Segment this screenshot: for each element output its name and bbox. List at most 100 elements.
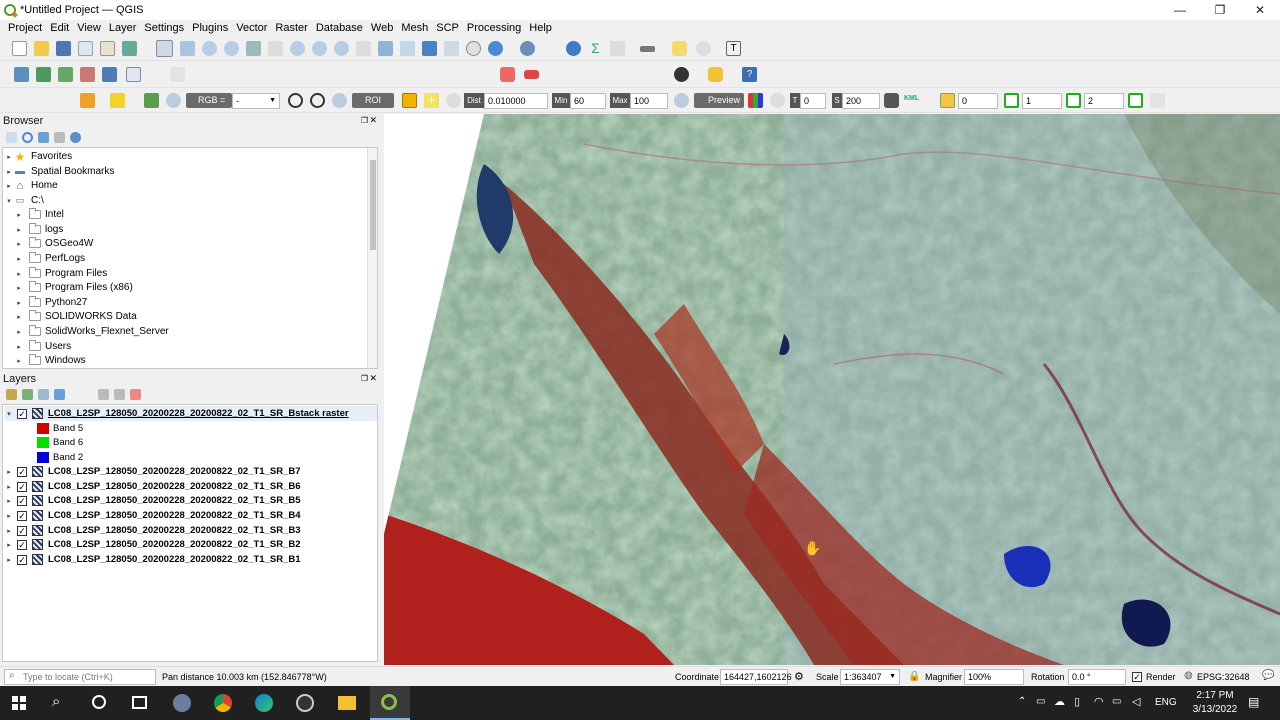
menu-vector[interactable]: Vector <box>232 22 271 34</box>
redo-preview-icon[interactable] <box>770 93 785 108</box>
min-spinbox[interactable]: 60 <box>570 93 606 109</box>
layer-visibility-checkbox[interactable]: ✓ <box>17 510 27 521</box>
position-spin-icon[interactable] <box>940 93 955 108</box>
collapse-icon[interactable]: ▾ <box>5 197 13 205</box>
layer-item-b6[interactable]: ▸ ✓ LC08_L2SP_128050_20200228_20200822_02_… <box>5 479 301 494</box>
coordinate-field[interactable]: 164427,1602126 <box>720 669 792 685</box>
expand-icon[interactable]: ▸ <box>15 313 23 321</box>
menu-plugins[interactable]: Plugins <box>188 22 232 34</box>
battery-icon[interactable]: ▭ <box>1112 696 1121 707</box>
properties-icon[interactable] <box>70 132 81 143</box>
edit-pencil-icon[interactable] <box>170 67 185 82</box>
browser-item-solidworks-flexnet[interactable]: ▸ SolidWorks_Flexnet_Server <box>15 324 169 339</box>
close-button[interactable]: ✕ <box>1240 0 1280 20</box>
float-icon[interactable]: ❐ <box>361 374 368 383</box>
step-icon-1[interactable] <box>1004 93 1019 108</box>
layer-visibility-checkbox[interactable]: ✓ <box>17 554 27 565</box>
layer-visibility-checkbox[interactable]: ✓ <box>17 495 27 506</box>
browser-item-windows[interactable]: ▸ Windows <box>15 353 86 368</box>
maximize-button[interactable]: ❐ <box>1200 0 1240 20</box>
map-tips-icon[interactable] <box>672 41 687 56</box>
expand-icon[interactable]: ▸ <box>15 299 23 307</box>
zoom-next-icon[interactable] <box>356 41 371 56</box>
layer-visibility-checkbox[interactable]: ✓ <box>17 481 27 492</box>
new-print-layout-icon[interactable] <box>78 41 93 56</box>
menu-processing[interactable]: Processing <box>463 22 525 34</box>
layer-styling-icon[interactable] <box>6 389 17 400</box>
remove-layer-icon[interactable] <box>130 389 141 400</box>
browser-item-perflogs[interactable]: ▸ PerfLogs <box>15 251 85 266</box>
menu-mesh[interactable]: Mesh <box>397 22 432 34</box>
browser-item-c-drive[interactable]: ▾ ▭ C:\ <box>5 193 44 208</box>
spinbox-2[interactable]: 1 <box>1022 93 1062 109</box>
scrollbar-thumb[interactable] <box>370 160 376 250</box>
new-shapefile-icon[interactable] <box>80 67 95 82</box>
collapse-all-icon[interactable] <box>114 389 125 400</box>
clock-date[interactable]: 3/13/2022 <box>1190 704 1240 715</box>
menu-web[interactable]: Web <box>367 22 397 34</box>
menu-raster[interactable]: Raster <box>271 22 311 34</box>
expand-icon[interactable]: ▸ <box>5 468 13 476</box>
onedrive-icon[interactable]: ☁ <box>1054 695 1065 708</box>
scp-tag-icon[interactable] <box>110 93 125 108</box>
add-selected-icon[interactable] <box>6 132 17 143</box>
t-spinbox[interactable]: 0 <box>800 93 826 109</box>
dist-spinbox[interactable]: 0.010000 <box>484 93 548 109</box>
statistics-sum-icon[interactable]: Σ <box>588 41 603 56</box>
clock-time[interactable]: 2:17 PM <box>1190 690 1240 701</box>
globe-icon[interactable]: ◍ <box>1184 670 1193 681</box>
spinbox-3[interactable]: 2 <box>1084 93 1124 109</box>
browser-item-program-files[interactable]: ▸ Program Files <box>15 266 107 281</box>
map-canvas[interactable]: ✋ <box>384 114 1280 665</box>
layer-item-b7[interactable]: ▸ ✓ LC08_L2SP_128050_20200228_20200822_02_… <box>5 464 301 479</box>
magnifier-spinbox[interactable]: 100% <box>964 669 1024 685</box>
menu-view[interactable]: View <box>73 22 105 34</box>
max-spinbox[interactable]: 100 <box>630 93 668 109</box>
expand-icon[interactable]: ▸ <box>5 153 13 161</box>
layer-item-b5[interactable]: ▸ ✓ LC08_L2SP_128050_20200228_20200822_02_… <box>5 493 301 508</box>
create-roi-icon[interactable] <box>402 93 417 108</box>
expand-icon[interactable]: ▸ <box>15 284 23 292</box>
rotation-spinbox[interactable]: 0.0 ° <box>1068 669 1126 685</box>
filter-icon[interactable] <box>38 132 49 143</box>
close-panel-icon[interactable]: ✕ <box>369 373 377 384</box>
digitize-icon[interactable] <box>126 67 141 82</box>
zoom-input-image-icon[interactable] <box>166 93 181 108</box>
layer-item-b3[interactable]: ▸ ✓ LC08_L2SP_128050_20200228_20200822_02_… <box>5 523 301 538</box>
rgb-select[interactable]: - ▼ <box>232 93 280 109</box>
browser-item-favorites[interactable]: ▸ ★ Favorites <box>5 149 72 164</box>
attribute-table-icon[interactable] <box>610 41 625 56</box>
menu-scp[interactable]: SCP <box>432 22 463 34</box>
layer-item-b2[interactable]: ▸ ✓ LC08_L2SP_128050_20200228_20200822_02_… <box>5 537 301 552</box>
language-indicator[interactable]: ENG <box>1155 697 1177 708</box>
add-wms-icon[interactable] <box>102 67 117 82</box>
collapse-icon[interactable]: ▾ <box>5 410 13 418</box>
browser-item-osgeo4w[interactable]: ▸ OSGeo4W <box>15 236 93 251</box>
open-project-icon[interactable] <box>34 41 49 56</box>
task-view-icon[interactable] <box>132 696 147 709</box>
layer-visibility-checkbox[interactable]: ✓ <box>17 408 27 419</box>
crs-button[interactable]: EPSG:32648 <box>1197 667 1250 687</box>
zoom-roi-icon[interactable] <box>332 93 347 108</box>
menu-edit[interactable]: Edit <box>46 22 73 34</box>
remove-temp-icon[interactable] <box>884 93 899 108</box>
expand-icon[interactable]: ▸ <box>5 512 13 520</box>
refresh-browser-icon[interactable] <box>22 132 33 143</box>
browser-item-home[interactable]: ▸ ⌂ Home <box>5 178 57 193</box>
windows-start-icon[interactable] <box>12 696 26 710</box>
layer-visibility-checkbox[interactable]: ✓ <box>17 525 27 536</box>
new-project-icon[interactable] <box>12 41 27 56</box>
usb-icon[interactable]: ▯ <box>1074 695 1080 708</box>
expand-icon[interactable]: ▸ <box>15 328 23 336</box>
manage-themes-icon[interactable] <box>38 389 49 400</box>
python-console-icon[interactable] <box>708 67 723 82</box>
kml-icon[interactable]: KML <box>904 95 919 102</box>
browser-item-users[interactable]: ▸ Users <box>15 339 71 354</box>
pan-map-icon[interactable] <box>156 40 173 57</box>
notifications-icon[interactable]: ▤ <box>1248 695 1259 709</box>
add-raster-layer-icon[interactable] <box>58 67 73 82</box>
menu-help[interactable]: Help <box>525 22 556 34</box>
layer-item-b4[interactable]: ▸ ✓ LC08_L2SP_128050_20200228_20200822_02_… <box>5 508 301 523</box>
menu-settings[interactable]: Settings <box>140 22 188 34</box>
help-icon[interactable]: ? <box>742 67 757 82</box>
